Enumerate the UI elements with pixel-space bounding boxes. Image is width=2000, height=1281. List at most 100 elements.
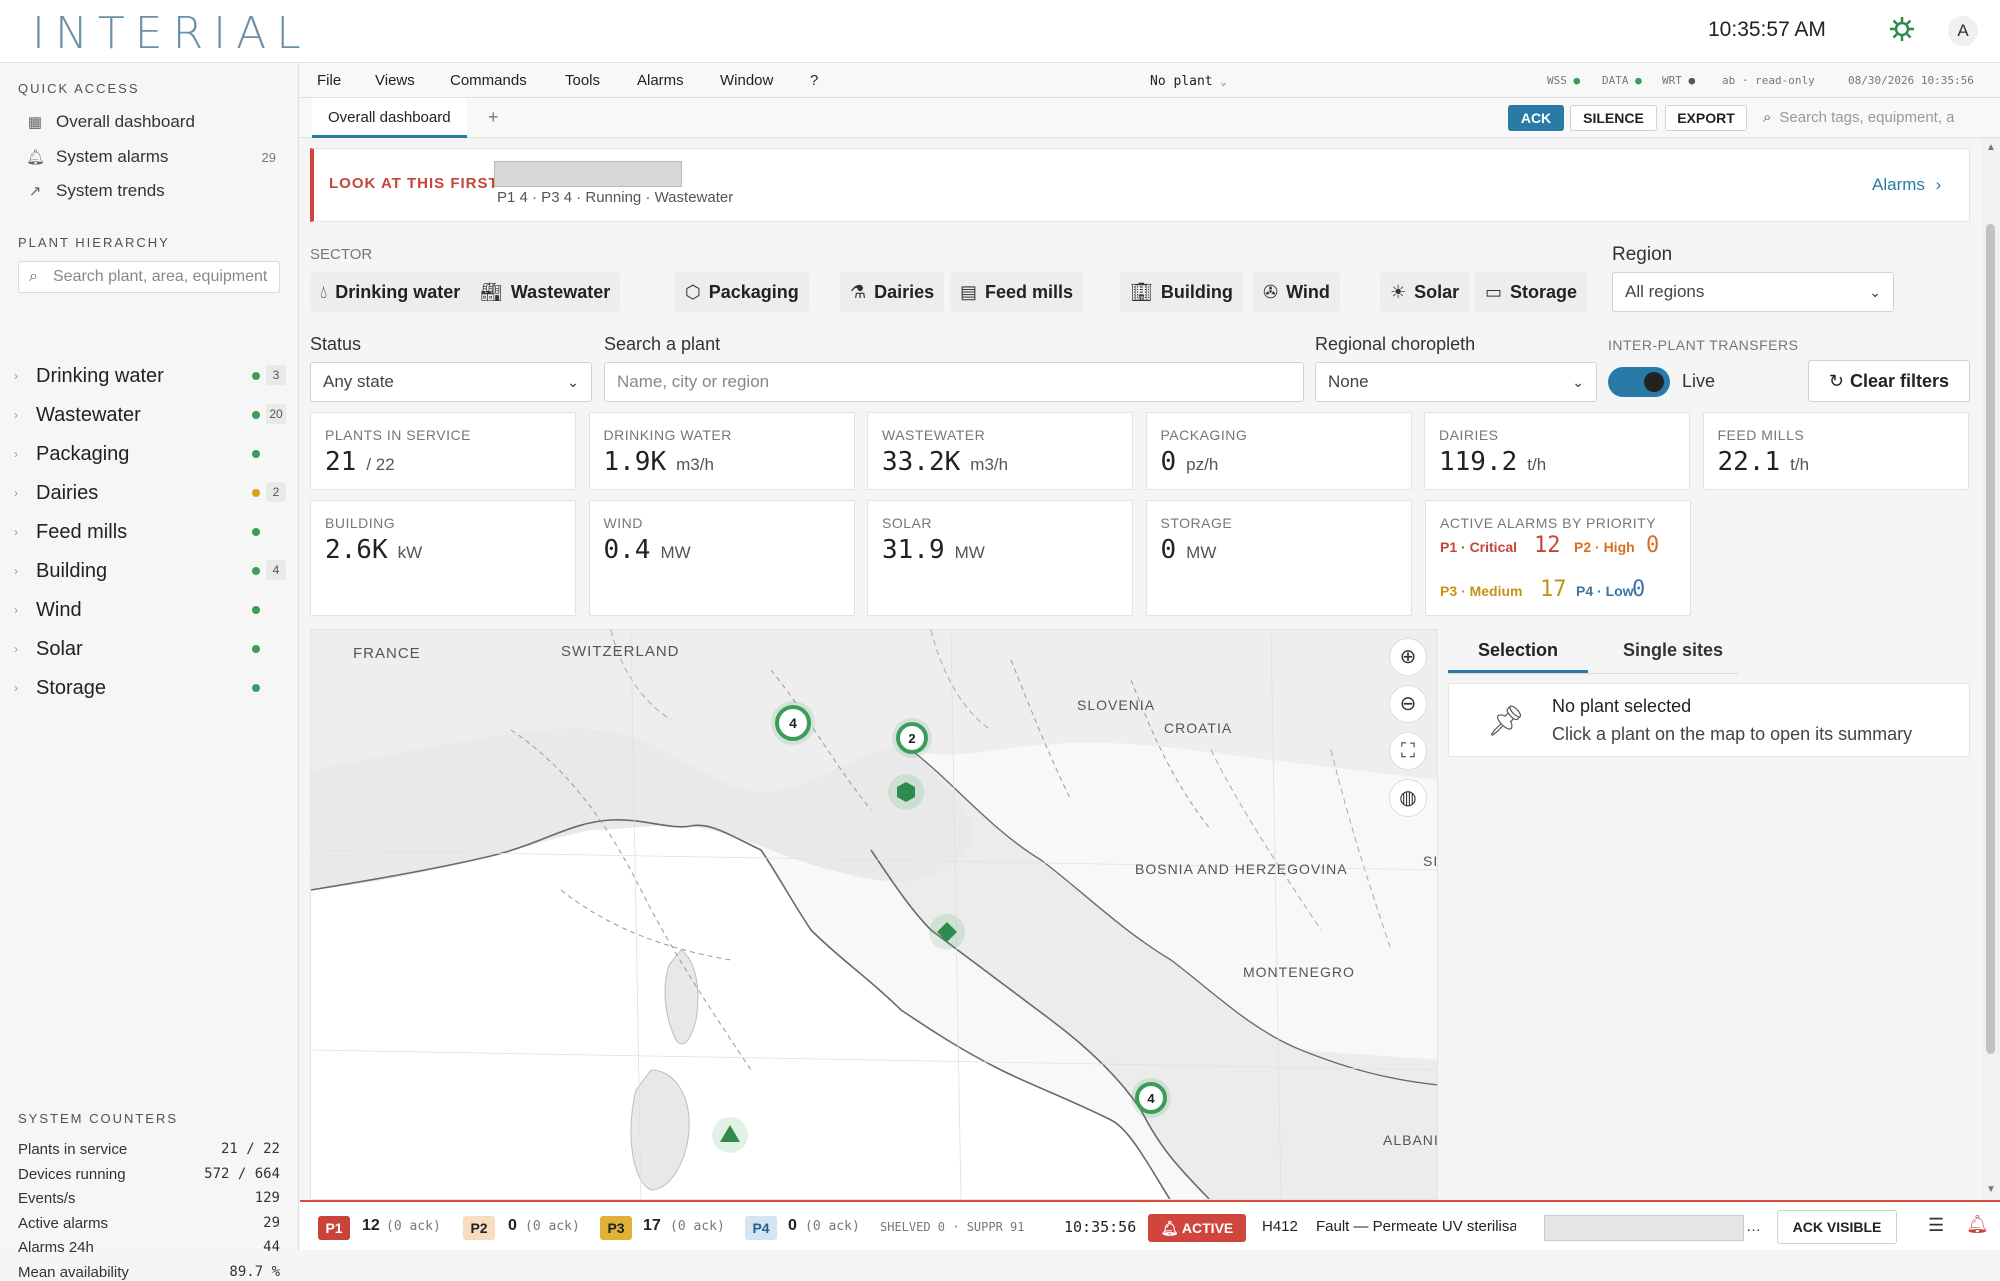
p1-badge[interactable]: P1 — [318, 1216, 350, 1240]
chevron-right-icon: › — [14, 369, 18, 383]
sidebar-item-overall-dashboard[interactable]: ▦ Overall dashboard — [26, 107, 276, 137]
alarm-bell-icon[interactable]: 🔔︎ — [1966, 1214, 1989, 1235]
alarm-status-bar: P1 12 (0 ack) P2 0 (0 ack) P3 17 (0 ack)… — [300, 1200, 2000, 1250]
chevron-right-icon: › — [14, 525, 18, 539]
grid-icon: ▦ — [27, 114, 43, 131]
tree-item[interactable]: › Solar — [14, 634, 286, 664]
p4-badge[interactable]: P4 — [745, 1216, 777, 1240]
cluster-marker[interactable]: 4 — [1131, 1078, 1171, 1118]
user-avatar[interactable]: A — [1948, 16, 1978, 46]
redacted-plant-name — [494, 161, 682, 187]
tree-item[interactable]: › Wastewater 20 — [14, 400, 286, 430]
sector-chip[interactable]: 🏢︎ Building — [1120, 272, 1243, 312]
tree-item[interactable]: › Building 4 — [14, 556, 286, 586]
region-label: Region — [1612, 244, 1673, 265]
export-button[interactable]: EXPORT — [1665, 105, 1747, 131]
plant-marker-triangle[interactable] — [712, 1117, 748, 1153]
menu-help[interactable]: ? — [810, 72, 818, 89]
sidebar-item-system-alarms[interactable]: 🔔︎ System alarms 29 — [26, 142, 276, 172]
kpi-label: DRINKING WATER — [603, 427, 732, 443]
tab-overall-dashboard[interactable]: Overall dashboard — [312, 98, 467, 138]
status-select[interactable]: Any state ⌄ — [310, 362, 592, 402]
active-alarm-badge[interactable]: 🔔︎ ACTIVE — [1148, 1214, 1246, 1242]
status-dot — [252, 489, 260, 497]
tab-selection[interactable]: Selection — [1448, 629, 1588, 673]
alarm-count-badge: 2 — [266, 482, 286, 502]
sector-chip[interactable]: ▤ Feed mills — [950, 272, 1084, 312]
content-scrollbar[interactable]: ▲ ▼ — [1982, 138, 2000, 1200]
chevron-right-icon: › — [14, 681, 18, 695]
sector-chip[interactable]: ☀ Solar — [1380, 272, 1470, 312]
plant-map[interactable]: FRANCE SWITZERLAND SLOVENIA CROATIA BOSN… — [310, 629, 1438, 1200]
alarm-count-badge: 3 — [266, 365, 286, 385]
ack-visible-button[interactable]: ACK VISIBLE — [1777, 1210, 1897, 1244]
svg-text:4: 4 — [1147, 1091, 1155, 1106]
plant-marker-hexagon[interactable] — [888, 774, 924, 810]
tree-item[interactable]: › Packaging — [14, 439, 286, 469]
silence-button[interactable]: SILENCE — [1570, 105, 1657, 131]
menu-commands[interactable]: Commands — [450, 72, 527, 89]
data-status: DATA ● — [1602, 74, 1642, 87]
chevron-right-icon: › — [14, 486, 18, 500]
menu-alarms[interactable]: Alarms — [637, 72, 684, 89]
clear-filters-button[interactable]: ↻ Clear filters — [1808, 360, 1970, 402]
menu-views[interactable]: Views — [375, 72, 415, 89]
plant-selector[interactable]: No plant ⌄ — [1150, 74, 1226, 89]
alarms-link[interactable]: Alarms › — [1872, 175, 1941, 195]
zoom-in-icon[interactable]: ⊕ — [1389, 638, 1427, 676]
sector-chip[interactable]: ▭ Storage — [1475, 272, 1588, 312]
battery-icon: ▭ — [1485, 281, 1503, 302]
pin-icon: 📌︎ — [1487, 705, 1526, 738]
tab-single-sites[interactable]: Single sites — [1598, 629, 1748, 673]
alarms-by-priority-title: ACTIVE ALARMS BY PRIORITY — [1440, 515, 1657, 531]
chevron-right-icon: › — [14, 603, 18, 617]
region-select[interactable]: All regions ⌄ — [1612, 272, 1894, 312]
factory-icon: 🏭︎ — [480, 281, 503, 302]
kpi-card: PACKAGING 0 pz/h — [1145, 412, 1412, 490]
live-toggle[interactable] — [1608, 367, 1670, 397]
counter-row: Events/s 129 — [18, 1190, 280, 1207]
zoom-out-icon[interactable]: ⊖ — [1389, 685, 1427, 723]
bell-icon: 🔔︎ — [1160, 1220, 1179, 1236]
sector-chip[interactable]: 🏭︎ Wastewater — [470, 272, 621, 312]
tree-item[interactable]: › Storage — [14, 673, 286, 703]
add-tab-button[interactable]: + — [488, 107, 499, 128]
plant-marker-diamond[interactable] — [929, 914, 965, 950]
fit-bounds-icon[interactable]: ⛶ — [1389, 732, 1427, 770]
p2-bar-count: 0 — [508, 1217, 517, 1234]
look-first-banner[interactable]: LOOK AT THIS FIRST P1 4 · P3 4 · Running… — [310, 148, 1970, 222]
scrollbar-thumb[interactable] — [1986, 224, 1995, 1054]
chevron-down-icon: ⌄ — [567, 374, 579, 390]
sector-chip[interactable]: ✇ Wind — [1253, 272, 1340, 312]
connection-status-icon[interactable] — [1886, 14, 1918, 46]
tree-item[interactable]: › Dairies 2 — [14, 478, 286, 508]
menu-tools[interactable]: Tools — [565, 72, 600, 89]
tree-item[interactable]: › Drinking water 3 — [14, 361, 286, 391]
choropleth-select[interactable]: None ⌄ — [1315, 362, 1597, 402]
sector-chip[interactable]: 💧︎ Drinking water — [310, 272, 471, 312]
tree-item[interactable]: › Feed mills — [14, 517, 286, 547]
map-label-bosnia: BOSNIA AND HERZEGOVINA — [1135, 861, 1348, 877]
p2-badge[interactable]: P2 — [463, 1216, 495, 1240]
p3-badge[interactable]: P3 — [600, 1216, 632, 1240]
sidebar-item-system-trends[interactable]: ↗ System trends — [26, 176, 276, 206]
menu-window[interactable]: Window — [720, 72, 773, 89]
globe-icon[interactable]: ◍ — [1389, 779, 1427, 817]
ack-button[interactable]: ACK — [1508, 105, 1564, 131]
p3-bar-count: 17 — [643, 1217, 661, 1234]
cluster-marker[interactable]: 2 — [892, 718, 932, 758]
status-dot — [252, 450, 260, 458]
tree-item[interactable]: › Wind — [14, 595, 286, 625]
plant-search-input[interactable]: Name, city or region — [604, 362, 1304, 402]
menu-file[interactable]: File — [317, 72, 341, 89]
kpi-label: WASTEWATER — [882, 427, 986, 443]
alarmbar-time: 10:35:56 — [1064, 1218, 1137, 1236]
cluster-marker[interactable]: 4 — [771, 701, 815, 745]
hierarchy-search-input[interactable]: ⌕ Search plant, area, equipment — [18, 261, 280, 293]
kpi-value: 22.1 t/h — [1717, 447, 1810, 477]
sector-chip[interactable]: ⚗ Dairies — [840, 272, 945, 312]
kpi-value: 0.4 MW — [603, 535, 691, 565]
sector-chip[interactable]: ⬡ Packaging — [675, 272, 809, 312]
list-icon[interactable]: ☰ — [1928, 1215, 1944, 1236]
global-search-input[interactable]: ⌕ Search tags, equipment, a — [1763, 105, 2000, 131]
